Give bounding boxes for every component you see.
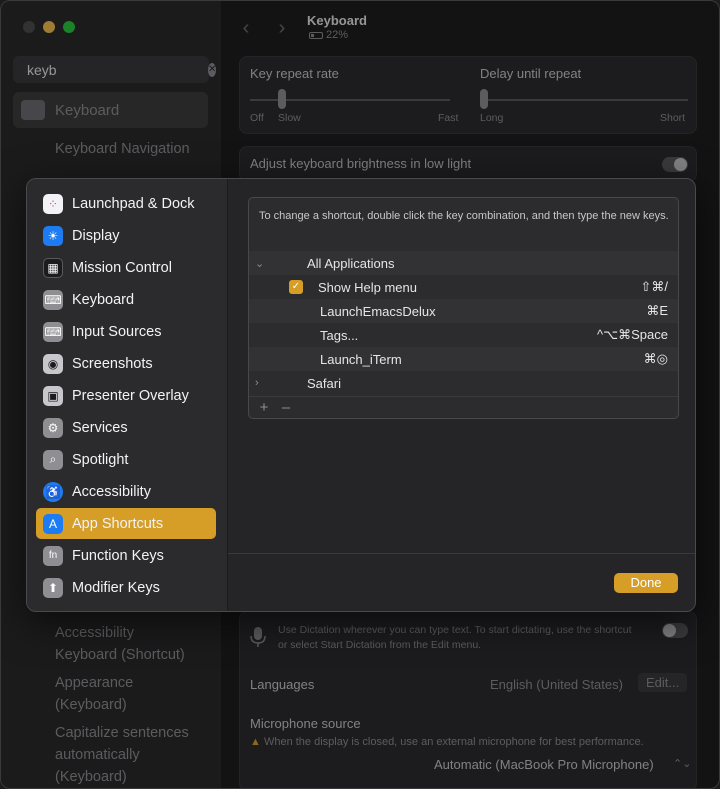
keyboard-shortcuts-sheet: ⁘ Launchpad & Dock ☀ Display ▦ Mission C… — [26, 178, 696, 612]
fn-icon: fn — [43, 545, 63, 566]
category-accessibility[interactable]: ♿ Accessibility — [36, 476, 216, 507]
category-label: Screenshots — [72, 355, 153, 372]
accessibility-icon: ♿ — [43, 481, 63, 502]
category-label: Function Keys — [72, 547, 164, 564]
category-label: Keyboard — [72, 291, 135, 308]
shortcut-row[interactable]: ✓ Show Help menu ⇧⌘/ — [249, 275, 678, 299]
category-services[interactable]: ⚙ Services — [36, 412, 216, 443]
category-label: Modifier Keys — [72, 579, 160, 596]
chevron-right-icon[interactable]: › — [255, 377, 259, 389]
mission-control-icon: ▦ — [43, 257, 63, 278]
category-label: Services — [72, 419, 128, 436]
group-row-all-applications[interactable]: ⌄ All Applications — [249, 251, 678, 275]
category-label: Launchpad & Dock — [72, 195, 195, 212]
checkbox-checked[interactable]: ✓ — [289, 280, 303, 294]
category-screenshots[interactable]: ◉ Screenshots — [36, 348, 216, 379]
shortcut-name: Launch_iTerm — [320, 351, 402, 367]
category-spotlight[interactable]: ⌕ Spotlight — [36, 444, 216, 475]
category-label: Presenter Overlay — [72, 387, 189, 404]
done-button[interactable]: Done — [614, 573, 678, 593]
category-label: Input Sources — [72, 323, 162, 340]
add-remove-bar: + – — [249, 396, 678, 418]
keyboard-icon: ⌨ — [43, 289, 63, 310]
shortcut-name: LaunchEmacsDelux — [320, 303, 436, 319]
shortcut-categories: ⁘ Launchpad & Dock ☀ Display ▦ Mission C… — [27, 179, 228, 611]
chevron-down-icon[interactable]: ⌄ — [255, 257, 264, 270]
group-label: Safari — [307, 375, 341, 391]
category-keyboard[interactable]: ⌨ Keyboard — [36, 284, 216, 315]
category-function-keys[interactable]: fn Function Keys — [36, 540, 216, 571]
category-mission-control[interactable]: ▦ Mission Control — [36, 252, 216, 283]
category-label: Display — [72, 227, 120, 244]
launchpad-icon: ⁘ — [43, 193, 63, 214]
shortcut-row[interactable]: Tags... ^⌥⌘Space — [249, 323, 678, 347]
group-row-safari[interactable]: › Safari — [249, 371, 678, 395]
category-app-shortcuts[interactable]: A App Shortcuts — [36, 508, 216, 539]
add-shortcut-button[interactable]: + — [255, 399, 273, 416]
presenter-overlay-icon: ▣ — [43, 385, 63, 406]
category-label: Accessibility — [72, 483, 151, 500]
spotlight-icon: ⌕ — [43, 449, 63, 470]
shortcut-name: Tags... — [320, 327, 359, 343]
app-store-icon: A — [43, 513, 63, 534]
gear-icon: ⚙ — [43, 417, 63, 438]
category-modifier-keys[interactable]: ⬆ Modifier Keys — [36, 572, 216, 603]
shortcut-editor: To change a shortcut, double click the k… — [228, 179, 695, 611]
group-label: All Applications — [307, 255, 395, 271]
shortcut-hint: To change a shortcut, double click the k… — [259, 210, 669, 222]
shortcut-row[interactable]: LaunchEmacsDelux ⌘E — [249, 299, 678, 323]
remove-shortcut-button[interactable]: – — [277, 399, 295, 416]
category-display[interactable]: ☀ Display — [36, 220, 216, 251]
category-input-sources[interactable]: ⌨ Input Sources — [36, 316, 216, 347]
screenshot-icon: ◉ — [43, 353, 63, 374]
display-icon: ☀ — [43, 225, 63, 246]
shortcut-key[interactable]: ⌘◎ — [644, 351, 668, 367]
shortcuts-table: To change a shortcut, double click the k… — [248, 197, 679, 419]
shortcut-row[interactable]: Launch_iTerm ⌘◎ — [249, 347, 678, 371]
category-presenter-overlay[interactable]: ▣ Presenter Overlay — [36, 380, 216, 411]
shortcut-key[interactable]: ⇧⌘/ — [640, 279, 668, 295]
input-sources-icon: ⌨ — [43, 321, 63, 342]
category-launchpad-dock[interactable]: ⁘ Launchpad & Dock — [36, 188, 216, 219]
shortcut-name: Show Help menu — [318, 279, 417, 295]
shortcut-key[interactable]: ^⌥⌘Space — [597, 327, 668, 343]
category-label: Spotlight — [72, 451, 129, 468]
category-label: App Shortcuts — [72, 515, 164, 532]
modifier-icon: ⬆ — [43, 577, 63, 598]
category-label: Mission Control — [72, 259, 172, 276]
divider — [228, 553, 695, 554]
shortcut-key[interactable]: ⌘E — [646, 303, 668, 319]
settings-window: ✕ Keyboard Keyboard Navigation Accessibi… — [0, 0, 720, 789]
